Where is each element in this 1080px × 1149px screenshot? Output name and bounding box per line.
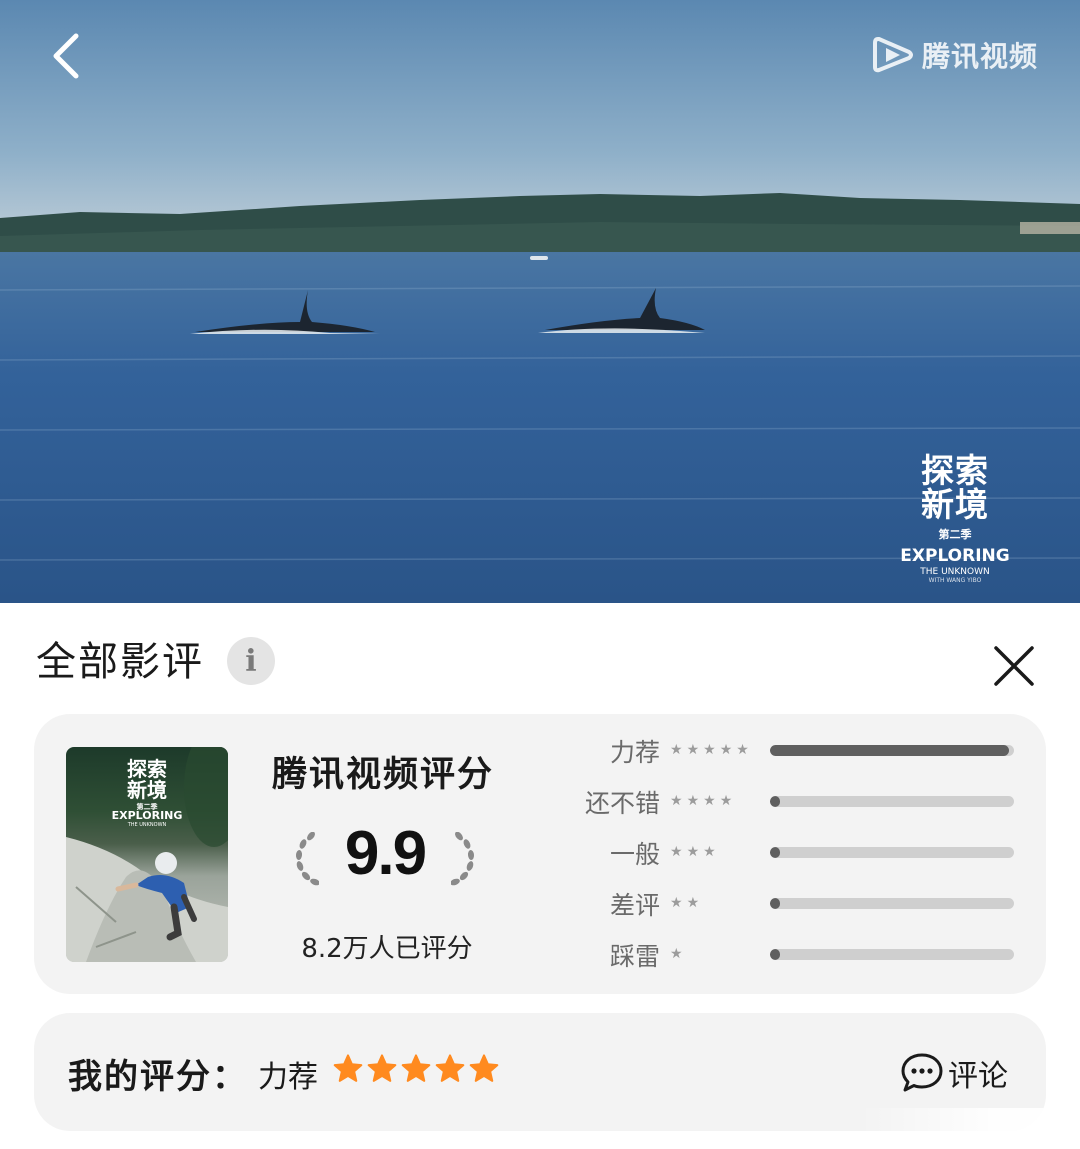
- star-icon: ★: [719, 742, 733, 758]
- show-title-line1: 探索: [921, 451, 989, 490]
- distribution-label: 踩雷: [609, 942, 660, 971]
- star-icon: ★: [719, 793, 733, 809]
- brand-name: 腾讯视频: [921, 40, 1038, 73]
- my-rating-value: 力荐: [258, 1060, 318, 1095]
- score-value: 9.9: [344, 819, 427, 888]
- my-rating-stars[interactable]: [332, 1053, 500, 1085]
- star-icon: ★: [736, 742, 749, 758]
- star-icon: ★: [670, 742, 683, 758]
- star-icon: ★: [686, 844, 700, 860]
- info-icon[interactable]: i: [227, 637, 275, 685]
- star-icon[interactable]: [332, 1053, 364, 1085]
- star-icon: ★: [703, 844, 716, 860]
- poster-en-subtitle: THE UNKNOWN: [127, 822, 167, 828]
- star-icon: ★: [670, 793, 683, 809]
- distribution-stars: ★ ★ ★ ★ ★: [670, 741, 749, 759]
- info-glyph: i: [245, 643, 257, 679]
- star-icon: ★: [670, 895, 683, 911]
- show-en-title: EXPLORING: [900, 546, 1010, 566]
- show-logo: 探索 新境 第二季 EXPLORING THE UNKNOWN WITH WAN…: [898, 451, 1012, 585]
- star-icon: ★: [670, 844, 683, 860]
- comment-button[interactable]: 评论: [900, 1049, 1008, 1097]
- distribution-stars: ★: [670, 945, 683, 963]
- comment-label: 评论: [948, 1059, 1008, 1094]
- distribution-bar-fill: [770, 796, 780, 807]
- star-icon[interactable]: [400, 1053, 432, 1085]
- show-en-credit: WITH WANG YIBO: [928, 577, 982, 584]
- distribution-label: 一般: [609, 840, 660, 869]
- poster-image[interactable]: 探索 新境 第二季 EXPLORING THE UNKNOWN: [66, 747, 228, 962]
- poster-title-line2: 新境: [127, 778, 167, 802]
- poster-title: 探索 新境: [66, 759, 228, 801]
- bottom-fade: [860, 1108, 1080, 1149]
- tencent-video-logo-icon: [872, 37, 913, 73]
- distribution-bar: [770, 898, 1014, 909]
- poster-en-title: EXPLORING: [111, 809, 183, 822]
- distribution-row: 力荐 ★ ★ ★ ★ ★: [562, 731, 1022, 771]
- distribution-row: 踩雷 ★: [562, 935, 1022, 975]
- star-icon[interactable]: [366, 1053, 398, 1085]
- star-icon: ★: [670, 946, 683, 962]
- star-icon[interactable]: [468, 1053, 500, 1085]
- rating-card: 探索 新境 第二季 EXPLORING THE UNKNOWN 腾讯视频评分 9…: [34, 714, 1046, 994]
- chat-bubble-icon: [901, 1053, 943, 1092]
- brand-watermark: 腾讯视频: [872, 34, 1038, 76]
- distribution-stars: ★ ★ ★ ★: [670, 792, 732, 810]
- star-icon: ★: [703, 742, 716, 758]
- distribution-bar-fill: [770, 847, 780, 858]
- distribution-stars: ★ ★ ★: [670, 843, 716, 861]
- distribution-bar: [770, 796, 1014, 807]
- show-title-line2: 新境: [921, 485, 989, 524]
- chevron-left-icon: [53, 33, 79, 79]
- distribution-label: 还不错: [584, 789, 660, 818]
- score-display: 9.9: [289, 819, 481, 896]
- my-rating-label: 我的评分：: [68, 1057, 248, 1097]
- star-icon: ★: [686, 895, 700, 911]
- distribution-label: 差评: [609, 891, 660, 920]
- poster-title-line1: 探索: [127, 757, 167, 781]
- distribution-bar: [770, 949, 1014, 960]
- page-title: 全部影评: [36, 639, 204, 685]
- distribution-bar-fill: [770, 745, 1010, 756]
- distribution-label: 力荐: [609, 738, 660, 767]
- distribution-stars: ★ ★: [670, 894, 699, 912]
- distribution-row: 还不错 ★ ★ ★ ★: [562, 782, 1022, 822]
- video-player[interactable]: 腾讯视频 探索 新境 第二季 EXPLORING THE UNKNOWN WIT…: [0, 0, 1080, 603]
- distribution-row: 一般 ★ ★ ★: [562, 833, 1022, 873]
- show-season: 第二季: [938, 528, 972, 541]
- star-icon: ★: [686, 742, 700, 758]
- distribution-bar: [770, 847, 1014, 858]
- close-button[interactable]: [990, 642, 1038, 690]
- star-icon[interactable]: [434, 1053, 466, 1085]
- show-en-subtitle: THE UNKNOWN: [920, 567, 990, 577]
- close-icon: [994, 646, 1034, 686]
- star-icon: ★: [686, 793, 700, 809]
- rating-count: 8.2万人已评分: [301, 934, 473, 964]
- back-button[interactable]: [40, 28, 90, 84]
- star-icon: ★: [703, 793, 716, 809]
- score-source-title: 腾讯视频评分: [272, 755, 495, 795]
- distribution-bar-fill: [770, 898, 780, 909]
- distribution-row: 差评 ★ ★: [562, 884, 1022, 924]
- distribution-bar-fill: [770, 949, 780, 960]
- distribution-bar: [770, 745, 1014, 756]
